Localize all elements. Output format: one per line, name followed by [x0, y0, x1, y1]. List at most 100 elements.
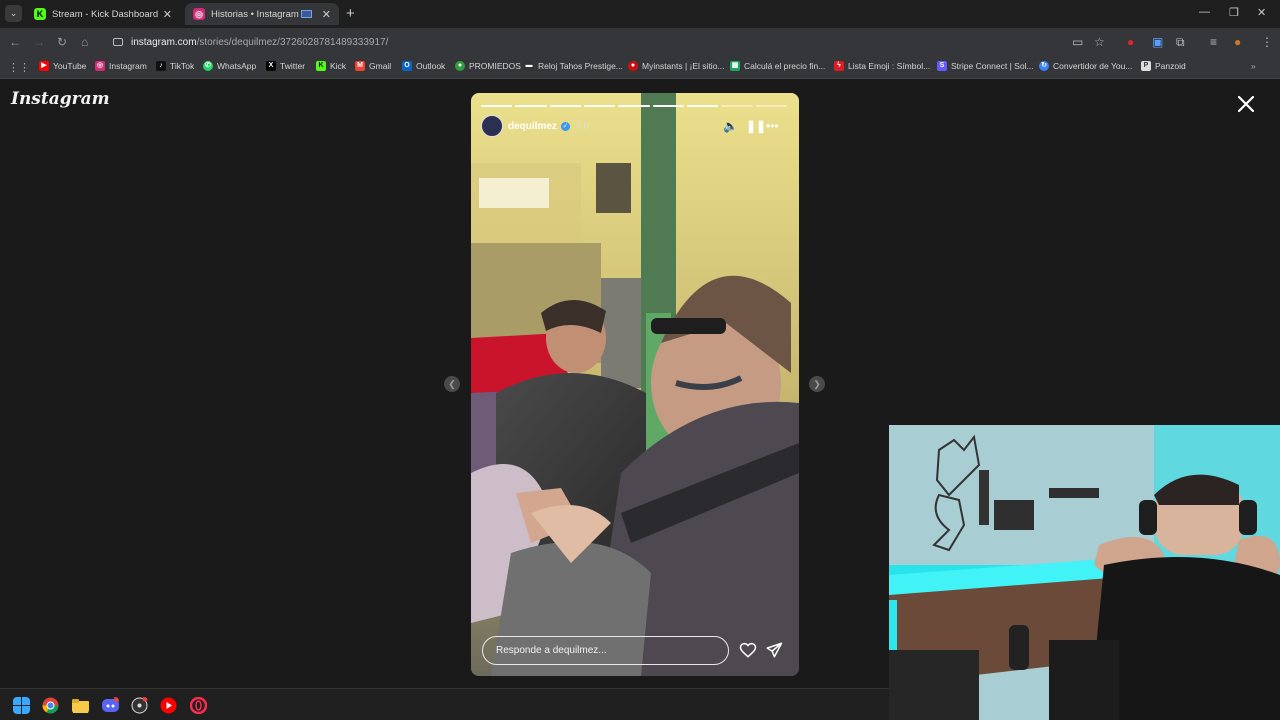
- bookmark-label: Lista Emoji : Símbol...: [848, 61, 931, 71]
- story-progress-segment: [515, 105, 547, 107]
- new-tab-button[interactable]: +: [346, 5, 355, 22]
- outlook-icon: O: [402, 61, 412, 71]
- bookmark-label: Convertidor de You...: [1053, 61, 1133, 71]
- discord-icon[interactable]: [102, 697, 119, 714]
- close-window-button[interactable]: ✕: [1257, 6, 1266, 19]
- media-control-icon[interactable]: ≡: [1210, 35, 1217, 49]
- bookmark-lista-emoji[interactable]: ϟ Lista Emoji : Símbol...: [834, 61, 930, 71]
- send-direct-icon[interactable]: [765, 641, 783, 659]
- menu-kebab-icon[interactable]: ⋮: [1261, 35, 1273, 49]
- bookmark-panzoid[interactable]: P Panzoid: [1141, 61, 1186, 71]
- tab-title: Historias • Instagram: [211, 8, 299, 20]
- tab-kick-dashboard[interactable]: K Stream - Kick Dashboard ✕: [26, 3, 180, 25]
- bookmark-outlook[interactable]: O Outlook: [402, 61, 445, 71]
- instagram-logo[interactable]: Instagram: [11, 89, 110, 109]
- extension-opera-icon[interactable]: ●: [1127, 35, 1134, 49]
- close-icon[interactable]: [1236, 94, 1256, 114]
- story-username[interactable]: dequilmez: [508, 121, 557, 132]
- url-domain: instagram.com: [131, 36, 197, 48]
- bookmark-kick[interactable]: K Kick: [316, 61, 346, 71]
- pause-icon[interactable]: ❚❚: [746, 119, 766, 133]
- panzoid-icon: P: [1141, 61, 1151, 71]
- apps-grid-icon[interactable]: ⋮⋮: [8, 61, 30, 74]
- profile-avatar[interactable]: ●: [1234, 35, 1241, 49]
- bookmark-label: Reloj Tahos Prestige...: [538, 61, 623, 71]
- story-header: dequilmez ✓ 7 h: [481, 115, 789, 137]
- previous-story-button[interactable]: ❮: [444, 376, 460, 392]
- bookmark-myinstants[interactable]: ● Myinstants | ¡El sitio...: [628, 61, 725, 71]
- restore-button[interactable]: ❐: [1229, 6, 1239, 19]
- promiedos-icon: ●: [455, 61, 465, 71]
- bookmark-label: Gmail: [369, 61, 392, 71]
- bookmark-label: Twitter: [280, 61, 306, 71]
- youtube-icon: ▶: [39, 61, 49, 71]
- story-reply-input[interactable]: Responde a dequilmez...: [482, 636, 729, 665]
- home-icon[interactable]: ⌂: [81, 35, 88, 49]
- bookmark-whatsapp[interactable]: ✆ WhatsApp: [203, 61, 256, 71]
- bookmark-label: WhatsApp: [217, 61, 257, 71]
- bookmark-star-icon[interactable]: ☆: [1094, 35, 1105, 49]
- reload-icon[interactable]: ↻: [57, 35, 67, 49]
- story-progress-segment: [583, 105, 616, 107]
- windows-taskbar: [0, 688, 889, 720]
- file-explorer-icon[interactable]: [72, 697, 89, 714]
- bookmark-label: Stripe Connect | Sol...: [951, 61, 1034, 71]
- story-progress-segment: [549, 105, 581, 107]
- youtube-app-icon[interactable]: [160, 697, 177, 714]
- x-icon: X: [266, 61, 276, 71]
- bookmark-label: YouTube: [53, 61, 87, 71]
- story-progress-segment: [686, 105, 719, 107]
- bookmark-label: TikTok: [170, 61, 195, 71]
- bookmark-calcula[interactable]: ▦ Calculá el precio fin...: [730, 61, 825, 71]
- story-progress-segment: [652, 105, 684, 107]
- toolbar: ← → ↻ ⌂ instagram.com/stories/dequilmez/…: [0, 28, 1280, 56]
- more-options-icon[interactable]: •••: [766, 119, 779, 133]
- site-info-icon[interactable]: [113, 38, 123, 46]
- chrome-icon[interactable]: [42, 697, 59, 714]
- extensions-puzzle-icon[interactable]: ⧉: [1176, 35, 1185, 49]
- bookmark-promiedos[interactable]: ● PROMIEDOS: [455, 61, 521, 71]
- opera-gx-icon[interactable]: [190, 697, 207, 714]
- bookmark-label: Kick: [330, 61, 347, 71]
- bookmark-tiktok[interactable]: ♪ TikTok: [156, 61, 194, 71]
- tab-strip: ⌄ K Stream - Kick Dashboard ✕ ◎ Historia…: [0, 0, 1280, 28]
- bookmark-label: Myinstants | ¡El sitio...: [642, 61, 725, 71]
- volume-icon[interactable]: 🔈: [723, 119, 738, 133]
- bookmark-label: Outlook: [416, 61, 446, 71]
- forward-icon[interactable]: →: [33, 35, 45, 49]
- minimize-button[interactable]: —: [1199, 6, 1210, 18]
- url-path: /stories/dequilmez/3726028781489333917/: [196, 36, 389, 48]
- story-timestamp: 7 h: [575, 121, 589, 131]
- bookmark-youtube[interactable]: ▶ YouTube: [39, 61, 86, 71]
- story-video: [471, 93, 799, 676]
- tab-search-button[interactable]: ⌄: [5, 5, 22, 22]
- like-heart-icon[interactable]: [739, 641, 757, 659]
- converter-icon: ↻: [1039, 61, 1049, 71]
- instagram-icon: ◎: [95, 61, 105, 71]
- watch-icon: ▬: [524, 61, 534, 71]
- obs-icon[interactable]: [131, 697, 148, 714]
- extension-counter-icon[interactable]: ▣: [1152, 35, 1163, 49]
- webcam-feed: [889, 425, 1280, 720]
- tab-instagram-stories[interactable]: ◎ Historias • Instagram ✕: [185, 3, 339, 25]
- bookmark-twitter[interactable]: X Twitter: [266, 61, 305, 71]
- next-story-button[interactable]: ❯: [809, 376, 825, 392]
- cast-icon[interactable]: ▭: [1072, 35, 1083, 49]
- kick-icon: K: [34, 8, 46, 20]
- address-bar[interactable]: instagram.com/stories/dequilmez/37260287…: [105, 32, 1055, 52]
- more-bookmarks-icon[interactable]: »: [1251, 61, 1256, 71]
- windows-start-icon[interactable]: [13, 697, 30, 714]
- back-icon[interactable]: ←: [9, 35, 21, 49]
- bookmark-stripe[interactable]: S Stripe Connect | Sol...: [937, 61, 1034, 71]
- bookmark-instagram[interactable]: ◎ Instagram: [95, 61, 147, 71]
- bookmark-convertidor[interactable]: ↻ Convertidor de You...: [1039, 61, 1132, 71]
- bookmark-label: Panzoid: [1155, 61, 1186, 71]
- verified-badge-icon: ✓: [560, 121, 570, 131]
- tab-close-icon[interactable]: ✕: [322, 8, 331, 21]
- bookmark-reloj[interactable]: ▬ Reloj Tahos Prestige...: [524, 61, 623, 71]
- tab-close-icon[interactable]: ✕: [163, 8, 172, 21]
- bookmark-gmail[interactable]: M Gmail: [355, 61, 391, 71]
- story-viewer[interactable]: dequilmez ✓ 7 h 🔈 ❚❚ ••• Responde a dequ…: [471, 93, 799, 676]
- story-progress-bar: [481, 105, 787, 107]
- avatar[interactable]: [481, 115, 503, 137]
